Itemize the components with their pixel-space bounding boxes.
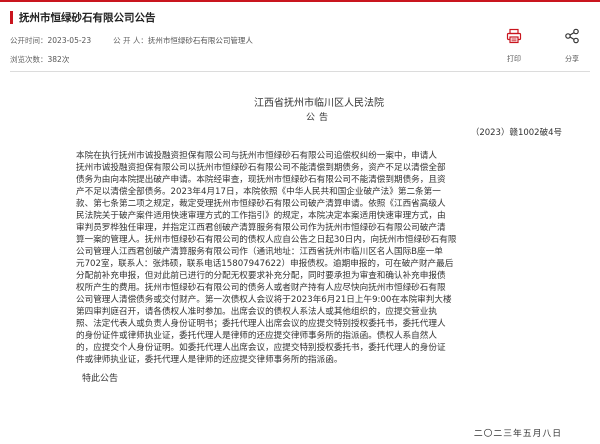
share-label: 分享 xyxy=(565,55,579,63)
print-label: 打印 xyxy=(507,55,521,63)
action-bar: 打印 分享 xyxy=(500,28,586,64)
notice-date: 二〇二三年五月八日 xyxy=(473,429,562,438)
body-line: 的，应提交个人身份证明。如委托代理人出席会议，应提交特别授权委托书，委托代理人的… xyxy=(76,343,446,353)
publisher-label: 公 开 人： xyxy=(113,36,148,45)
body-line: 抚州市诚投融资担保有限公司以抚州市恒绿砂石有限公司不能清偿到期债务，资产不足以清… xyxy=(76,163,446,173)
views-label: 浏览次数： xyxy=(10,55,48,64)
top-accent-bar xyxy=(0,0,600,2)
case-number: （2023）赣1002破4号 xyxy=(470,128,562,138)
meta-row-views: 浏览次数：382次 xyxy=(10,54,69,65)
header: 抚州市恒绿砂石有限公司公告 xyxy=(10,7,590,27)
body-line: 分配前补充申报，但对此前已进行的分配无权要求补充分配，同时要承担为审查和确认补充… xyxy=(76,271,446,281)
closing-text: 特此公告 xyxy=(82,374,119,384)
notice-body: 本院在执行抚州市诚投融资担保有限公司与抚州市恒绿砂石有限公司追偿权纠纷一案中，申… xyxy=(76,150,562,366)
announcement-page: 抚州市恒绿砂石有限公司公告 公开时间：2023-05-23 公 开 人：抚州市恒绿… xyxy=(0,0,600,444)
document-body: 江西省抚州市临川区人民法院 公告 （2023）赣1002破4号 本院在执行抚州市… xyxy=(76,84,562,438)
page-title: 抚州市恒绿砂石有限公司公告 xyxy=(19,11,156,24)
body-line: 公司管理人江西君创破产清算服务有限公司作（通讯地址：江西省抚州市临川区名人国际B… xyxy=(76,247,443,257)
share-icon xyxy=(564,28,580,48)
body-line: 产不足以清偿全部债务。2023年4月17日，本院依照《中华人民共和国企业破产法》… xyxy=(76,187,441,197)
body-line: 债务为由向本院提出破产申请。本院经审查，现抚州市恒绿砂石有限公司不能清偿到期债务… xyxy=(76,175,446,185)
body-line: 公司管理人清偿债务或交付财产。第一次债权人会议将于2023年6月21日上午9:0… xyxy=(76,295,452,305)
body-line: 件或律师执业证，委托代理人是律师的还应提交律师事务所的指派函。 xyxy=(76,355,343,365)
body-line: 元702室，联系人：张炜硕，联系电话15807947622）申报债权。逾期申报的… xyxy=(76,259,454,269)
body-line: 款、第七条第二项之规定，裁定受理抚州市恒绿砂石有限公司破产清算申请。依照《江西省… xyxy=(76,199,446,209)
header-divider xyxy=(10,71,590,72)
publisher: 抚州市恒绿砂石有限公司管理人 xyxy=(147,36,253,45)
body-line: 的身份证件或律师执业证，委托代理人是律师的还应提交律师事务所的指派函。债权人系自… xyxy=(76,331,437,341)
notice-title: 公告 xyxy=(305,113,332,123)
body-line: 算一案的管理人。抚州市恒绿砂石有限公司的债权人应自公告之日起30日内，向抚州市恒… xyxy=(76,235,457,245)
publish-date-label: 公开时间： xyxy=(10,36,48,45)
body-line: 权所产生的费用。抚州市恒绿砂石有限公司的债务人或者财产持有人应尽快向抚州市恒绿砂… xyxy=(76,283,446,293)
views-count: 382次 xyxy=(47,55,70,64)
title-accent-mark xyxy=(10,10,13,24)
share-button[interactable]: 分享 xyxy=(558,28,586,64)
body-line: 照、法定代表人或负责人身份证明书；委托代理人出席会议的应提交特别授权委托书，委托… xyxy=(76,319,446,329)
print-icon xyxy=(506,28,522,48)
print-button[interactable]: 打印 xyxy=(500,28,528,64)
body-line: 本院在执行抚州市诚投融资担保有限公司与抚州市恒绿砂石有限公司追偿权纠纷一案中，申… xyxy=(76,151,437,161)
body-line: 民法院关于破产案件适用快速审理方式的工作指引》的规定，本院决定本案适用快速审理方… xyxy=(76,211,446,221)
court-name: 江西省抚州市临川区人民法院 xyxy=(254,98,384,109)
body-line: 第四审判庭召开，请各债权人准时参加。出席会议的债权人系法人或其他组织的，应提交营… xyxy=(76,307,437,317)
meta-row-publish: 公开时间：2023-05-23 公 开 人：抚州市恒绿砂石有限公司管理人 xyxy=(10,35,253,46)
body-line: 审判员罗桦独任审理，并指定江西君创破产清算服务有限公司作为抚州市恒绿砂石有限公司… xyxy=(76,223,446,233)
publish-date: 2023-05-23 xyxy=(47,36,92,45)
